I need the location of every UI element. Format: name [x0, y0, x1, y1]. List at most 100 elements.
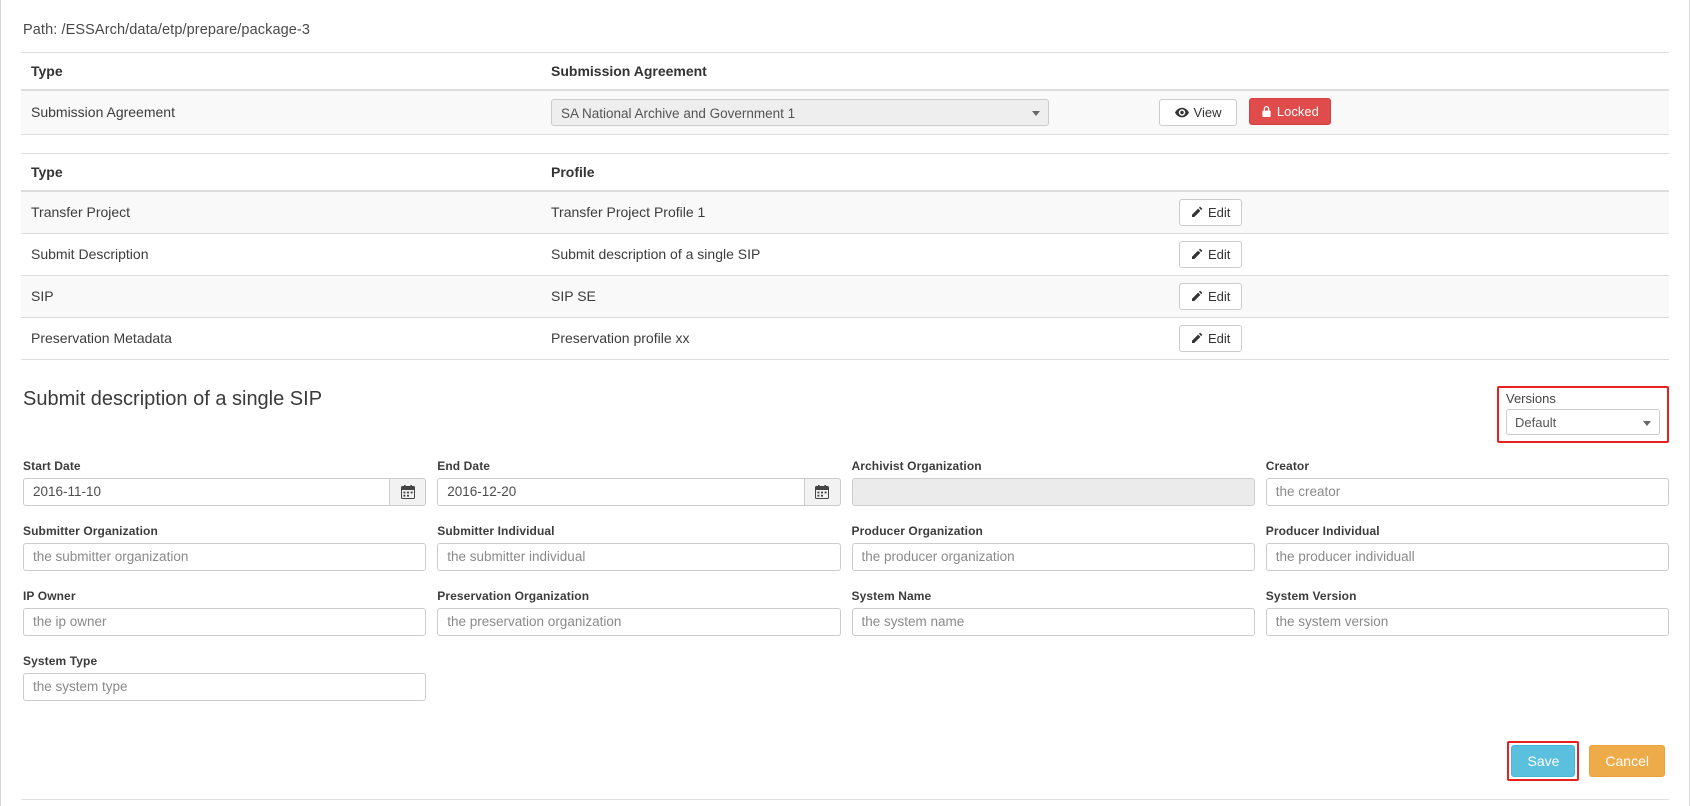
end-date-input-shell [437, 477, 841, 506]
profile-row-type: Preservation Metadata [21, 316, 541, 359]
submit-description-form: Start Date 2016-11-10 End Date 2016-12-2… [21, 459, 1669, 719]
profile-row-profile: Submit description of a single SIP [541, 232, 1169, 275]
producer-organization-input-shell [851, 542, 1255, 571]
form-action-bar: Save Cancel [21, 719, 1669, 799]
system-name-input-shell [851, 607, 1255, 636]
profile-row-type: Transfer Project [21, 190, 541, 233]
pencil-icon [1191, 290, 1203, 302]
sa-header-actions [1149, 52, 1669, 91]
start-date-input-shell [23, 477, 427, 506]
edit-button[interactable]: Edit [1179, 282, 1243, 310]
producer-organization-label: Producer Organization [851, 523, 983, 538]
save-button-highlight: Save [1507, 740, 1580, 781]
section-header: Submit description of a single SIP Versi… [21, 385, 1669, 443]
producer-organization-input[interactable] [851, 542, 1255, 571]
versions-selected-value: Default [1515, 414, 1557, 430]
profile-header-row: Type Profile [21, 153, 1669, 192]
system-type-input[interactable] [23, 672, 427, 701]
submission-agreement-select[interactable]: SA National Archive and Government 1 [551, 98, 1049, 126]
sa-header-type: Type [21, 52, 541, 91]
profile-row-actions: Edit [1169, 190, 1669, 233]
system-name-input[interactable] [851, 607, 1255, 636]
page-content: Path: /ESSArch/data/etp/prepare/package-… [1, 0, 1689, 806]
producer-individual-label: Producer Individual [1265, 523, 1380, 538]
field-ip-owner: IP Owner [23, 589, 427, 636]
chevron-down-icon [1643, 420, 1651, 426]
system-name-label: System Name [851, 588, 932, 603]
submitter-individual-input[interactable] [437, 542, 841, 571]
producer-individual-input-shell [1265, 542, 1669, 571]
start-date-label: Start Date [23, 458, 81, 473]
profile-row-profile: Transfer Project Profile 1 [541, 190, 1169, 233]
edit-button-label: Edit [1208, 246, 1231, 262]
edit-button[interactable]: Edit [1179, 324, 1243, 352]
table-row: SIP SIP SE Edit [21, 274, 1669, 317]
field-producer-individual: Producer Individual [1265, 523, 1669, 571]
cancel-button[interactable]: Cancel [1589, 744, 1665, 777]
edit-button-label: Edit [1208, 204, 1231, 220]
end-date-picker-button[interactable] [804, 477, 841, 506]
system-version-input[interactable] [1265, 607, 1669, 636]
field-system-version: System Version [1265, 588, 1669, 636]
ip-owner-input-shell [23, 607, 427, 636]
page-root: Path: /ESSArch/data/etp/prepare/package-… [0, 0, 1690, 806]
end-date-input[interactable] [437, 477, 805, 506]
preservation-organization-label: Preservation Organization [437, 588, 590, 603]
table-row: Submission Agreement SA National Archive… [21, 89, 1669, 134]
field-end-date: End Date [437, 458, 841, 506]
pencil-icon [1191, 332, 1203, 344]
save-button[interactable]: Save [1511, 744, 1576, 777]
submission-agreement-selected-value: SA National Archive and Government 1 [561, 105, 796, 121]
sa-row-type: Submission Agreement [21, 89, 541, 134]
system-version-label: System Version [1265, 588, 1357, 603]
start-date-picker-button[interactable] [390, 477, 427, 506]
submitter-organization-input[interactable] [23, 542, 427, 571]
calendar-icon [400, 484, 415, 499]
submission-agreement-table: Type Submission Agreement Submission Agr… [21, 52, 1669, 135]
view-button-label: View [1193, 105, 1222, 121]
sa-row-actions: View Locked [1149, 89, 1669, 134]
path-label: Path: /ESSArch/data/etp/prepare/package-… [23, 22, 311, 38]
creator-input[interactable] [1265, 477, 1669, 506]
calendar-icon [815, 484, 829, 499]
field-creator: Creator [1265, 459, 1669, 506]
start-date-input[interactable] [23, 477, 391, 506]
profile-row-type: SIP [21, 274, 541, 317]
table-row: Submit Description Submit description of… [21, 232, 1669, 275]
field-system-type: System Type [23, 654, 427, 701]
sa-header-row: Type Submission Agreement [21, 52, 1669, 91]
submitter-organization-label: Submitter Organization [23, 523, 158, 538]
profile-row-profile: Preservation profile xx [541, 316, 1169, 359]
field-start-date: Start Date [23, 458, 427, 506]
archivist-organization-label: Archivist Organization [851, 458, 982, 473]
end-date-label: End Date [437, 458, 491, 473]
preservation-organization-input[interactable] [437, 607, 841, 636]
profile-header-actions [1169, 153, 1669, 192]
ip-owner-input[interactable] [23, 607, 427, 636]
edit-button[interactable]: Edit [1179, 240, 1243, 268]
field-system-name: System Name [851, 588, 1255, 636]
preservation-organization-input-shell [437, 607, 841, 636]
pencil-icon [1191, 206, 1203, 218]
producer-individual-input[interactable] [1265, 542, 1669, 571]
profile-row-type: Submit Description [21, 232, 541, 275]
page-title: Submit description of a single SIP [23, 387, 323, 410]
edit-button-label: Edit [1208, 288, 1231, 304]
field-producer-organization: Producer Organization [851, 523, 1255, 571]
profile-header-type: Type [21, 153, 541, 192]
versions-panel: Versions Default [1497, 385, 1669, 443]
locked-button[interactable]: Locked [1248, 98, 1331, 126]
view-button[interactable]: View [1159, 99, 1237, 127]
archivist-organization-input-shell [851, 477, 1255, 506]
profile-row-actions: Edit [1169, 274, 1669, 317]
archivist-organization-input [851, 477, 1255, 506]
chevron-down-icon [1032, 110, 1040, 116]
system-type-input-shell [23, 672, 427, 701]
edit-button[interactable]: Edit [1179, 198, 1243, 226]
sa-row-select-cell: SA National Archive and Government 1 [541, 89, 1149, 134]
profile-row-profile: SIP SE [541, 274, 1169, 317]
submitter-individual-label: Submitter Individual [437, 523, 555, 538]
table-row: Transfer Project Transfer Project Profil… [21, 190, 1669, 233]
versions-select[interactable]: Default [1506, 408, 1660, 435]
creator-input-shell [1265, 477, 1669, 506]
